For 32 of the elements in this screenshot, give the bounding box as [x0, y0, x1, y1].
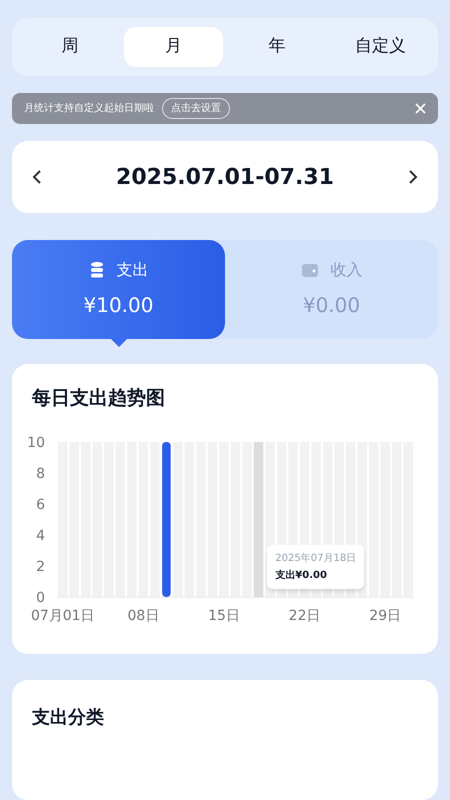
trend-title: 每日支出趋势图	[31, 386, 166, 411]
y-axis-label: 8	[36, 466, 45, 482]
y-axis-label: 4	[36, 528, 45, 544]
date-range: 2025.07.01-07.31	[116, 164, 334, 192]
notice-text: 月统计支持自定义起始日期啦	[24, 102, 154, 116]
close-icon[interactable]	[415, 102, 426, 114]
wallet-icon	[300, 262, 318, 278]
x-axis-label: 15日	[208, 608, 240, 624]
y-axis-label: 6	[36, 497, 45, 514]
x-axis-label: 08日	[127, 608, 160, 624]
category-title: 支出分类	[32, 706, 105, 730]
y-axis-label: 0	[36, 590, 45, 606]
summary-amount: ¥10.00	[84, 292, 154, 320]
summary-tab[interactable]: 支出 ¥10.00	[12, 240, 225, 339]
x-axis-label: 22日	[288, 608, 320, 624]
x-axis-label: 29日	[369, 608, 402, 624]
summary-label: 收入	[330, 259, 362, 282]
chevron-left-icon[interactable]	[32, 169, 42, 186]
period-tab[interactable]: 年	[227, 26, 326, 67]
summary-amount: ¥0.00	[302, 292, 360, 320]
period-tab[interactable]: 自定义	[330, 26, 430, 67]
y-axis-label: 10	[27, 435, 45, 452]
tooltip-date: 2025年07月18日	[275, 552, 356, 566]
coin-stack-icon	[88, 261, 104, 280]
x-axis-label: 07月01日	[30, 608, 95, 624]
period-tab[interactable]: 周	[20, 26, 120, 67]
period-tab[interactable]: 月	[124, 26, 223, 67]
y-axis-label: 2	[36, 559, 45, 576]
chevron-right-icon[interactable]	[408, 169, 418, 186]
pointer-arrow-icon	[110, 338, 126, 347]
summary-label: 支出	[116, 259, 148, 282]
tooltip-value: 支出¥0.00	[275, 568, 328, 584]
